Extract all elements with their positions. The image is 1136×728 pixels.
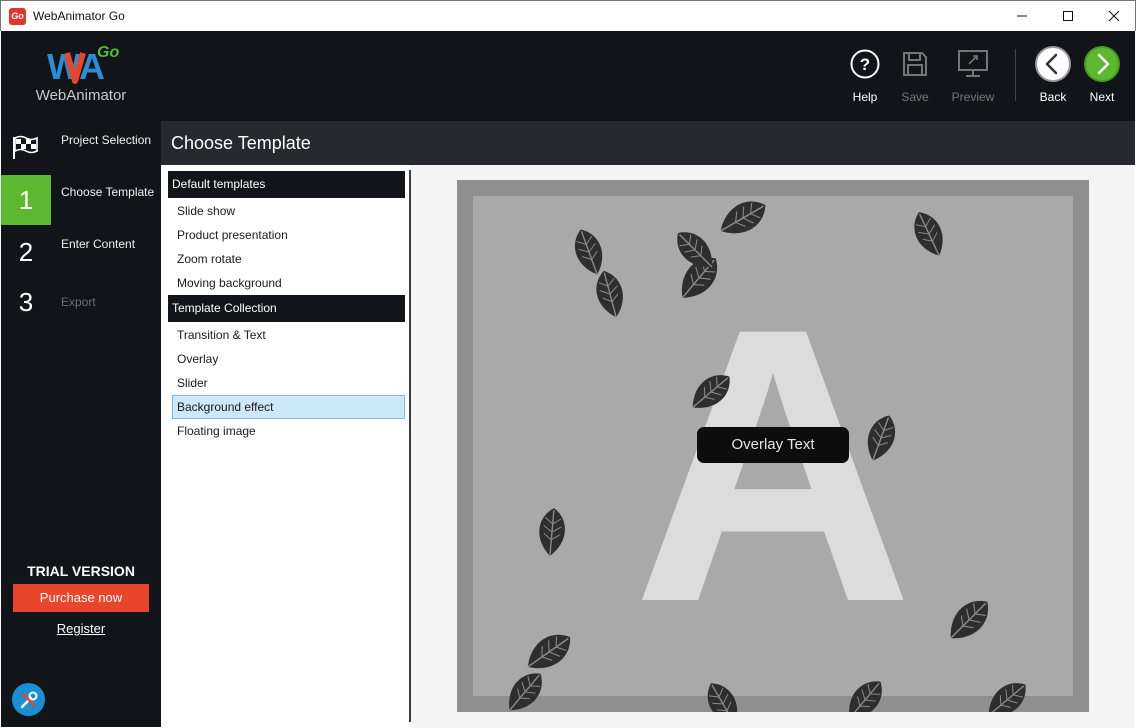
step-number: 2 <box>18 237 34 267</box>
next-button[interactable]: Next <box>1072 46 1132 109</box>
register-link[interactable]: Register <box>1 621 161 636</box>
trial-version-label: TRIAL VERSION <box>27 563 135 579</box>
sidebar-item-label: Choose Template <box>61 185 155 199</box>
checkered-flag-icon <box>13 135 38 159</box>
svg-text:Go: Go <box>97 44 119 61</box>
maximize-button[interactable] <box>1045 1 1091 31</box>
template-list: Default templates Slide show Product pre… <box>161 165 411 728</box>
group-header-default-templates: Default templates <box>168 171 405 198</box>
overlay-text-box: Overlay Text <box>697 427 849 463</box>
toolbar-divider <box>1015 49 1016 101</box>
save-button: Save <box>885 47 945 109</box>
tools-icon <box>20 691 37 708</box>
minimize-icon <box>1017 15 1027 17</box>
template-item-slider[interactable]: Slider <box>172 371 405 395</box>
preview-label: Preview <box>951 90 995 104</box>
sidebar-item-label: Project Selection <box>61 133 152 147</box>
section-header: Choose Template <box>161 121 1135 165</box>
sidebar-item-project-selection[interactable]: Project Selection <box>1 123 161 173</box>
step-number: 3 <box>18 287 34 317</box>
close-icon <box>1108 10 1120 22</box>
chevron-right-icon <box>1084 46 1120 82</box>
tools-button[interactable] <box>12 683 45 716</box>
template-item-product-presentation[interactable]: Product presentation <box>172 223 405 247</box>
title-bar: Go WebAnimator Go <box>0 0 1136 31</box>
group-header-template-collection: Template Collection <box>168 295 405 322</box>
sidebar-item-enter-content[interactable]: 2 Enter Content <box>1 227 161 277</box>
next-label: Next <box>1089 90 1115 104</box>
maximize-icon <box>1063 11 1073 21</box>
sidebar: WA Go WebAnimator Project Selection 1 Ch… <box>1 31 161 727</box>
template-item-slide-show[interactable]: Slide show <box>172 199 405 223</box>
brand-name: WebAnimator <box>35 87 127 104</box>
template-item-overlay[interactable]: Overlay <box>172 347 405 371</box>
template-item-moving-background[interactable]: Moving background <box>172 271 405 295</box>
template-item-transition-text[interactable]: Transition & Text <box>172 323 405 347</box>
chevron-left-icon <box>1035 46 1071 82</box>
template-item-floating-image[interactable]: Floating image <box>172 419 405 443</box>
monitor-icon <box>958 50 988 77</box>
sidebar-item-label: Export <box>61 295 96 309</box>
step-number: 1 <box>18 185 34 215</box>
app-icon: Go <box>9 8 26 25</box>
template-item-zoom-rotate[interactable]: Zoom rotate <box>172 247 405 271</box>
svg-text:?: ? <box>860 55 870 74</box>
minimize-button[interactable] <box>999 1 1045 31</box>
preview-button: Preview <box>943 47 1003 109</box>
webanimator-logo: WA Go WebAnimator <box>1 31 161 121</box>
save-icon <box>903 52 927 76</box>
sidebar-item-export: 3 Export <box>1 277 161 327</box>
toolbar: ? Help Save Preview Back Next <box>161 31 1135 121</box>
help-icon: ? <box>850 49 880 79</box>
window-title: WebAnimator Go <box>33 9 125 23</box>
template-preview: A Overlay Text <box>457 180 1089 712</box>
template-item-background-effect[interactable]: Background effect <box>172 395 405 419</box>
step-badge-active: 1 <box>1 175 51 225</box>
sidebar-item-label: Enter Content <box>61 237 136 251</box>
save-label: Save <box>901 90 929 104</box>
preview-letter: A <box>632 247 914 683</box>
wa-logo-mark: WA Go <box>47 44 119 87</box>
page-title: Choose Template <box>171 133 311 153</box>
purchase-now-button[interactable]: Purchase now <box>13 584 149 612</box>
close-button[interactable] <box>1091 1 1136 31</box>
sidebar-item-choose-template[interactable]: 1 Choose Template <box>1 175 161 225</box>
